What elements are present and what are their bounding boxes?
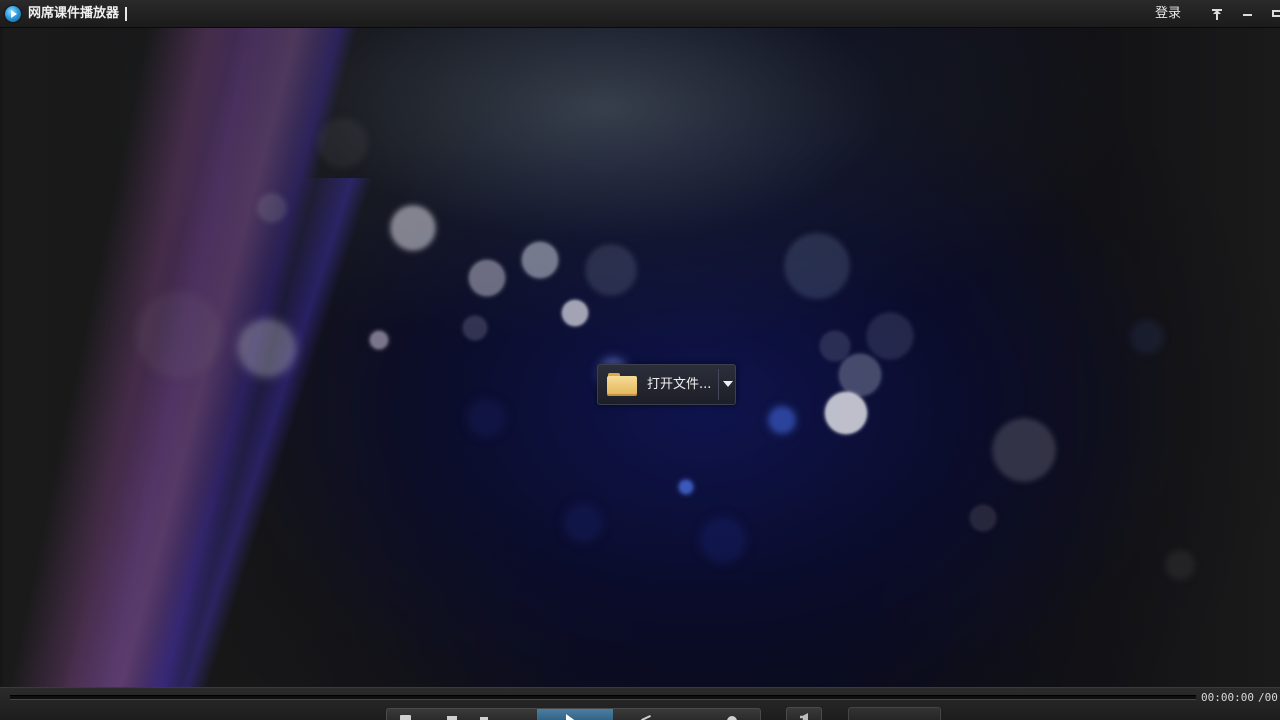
open-file-control: 打开文件... [597,364,736,405]
minimize-icon [1243,14,1252,16]
speaker-icon [800,713,808,720]
stop-icon [447,716,457,720]
open-media-button[interactable] [395,709,415,720]
current-time: 00:00:00 [1201,691,1254,704]
bokeh-light [867,313,913,359]
bokeh-light [769,407,795,433]
next-button[interactable] [637,709,657,720]
open-file-dropdown-button[interactable] [719,365,735,404]
bokeh-light [825,392,867,434]
play-button[interactable] [537,709,613,720]
bokeh-light [522,242,558,278]
bokeh-light [586,245,636,295]
bokeh-light [679,480,693,494]
maximize-button[interactable] [1267,5,1280,23]
bokeh-light [562,300,588,326]
player-window: 网席课件播放器 登录 打开文件... 00:00:00 /00 [0,0,1280,720]
total-time: /00: [1258,691,1280,704]
bokeh-light [820,331,850,361]
open-file-button[interactable]: 打开文件... [598,365,718,404]
app-title: 网席课件播放器 [28,6,120,21]
folder-icon [607,373,637,396]
bokeh-light [1166,551,1194,579]
minimize-button[interactable] [1238,5,1258,23]
title-bar: 网席课件播放器 登录 [0,0,1280,28]
maximize-icon [1272,10,1280,17]
bokeh-light [469,260,505,296]
control-bar: 00:00:00 /00: [0,687,1280,720]
bokeh-light [993,419,1055,481]
play-icon [566,714,577,720]
progress-bar[interactable] [10,695,1196,700]
chevron-down-icon [723,381,733,387]
settings-icon [727,716,737,720]
bokeh-light [463,316,487,340]
bokeh-light [785,234,849,298]
mute-button[interactable] [786,707,822,720]
login-link[interactable]: 登录 [1155,5,1181,23]
folder-small-icon [400,715,411,720]
bokeh-light [1131,321,1163,353]
stop-button[interactable] [443,709,463,720]
video-display-area[interactable]: 打开文件... [3,28,1280,687]
open-file-label: 打开文件... [647,377,712,392]
bokeh-light [970,505,996,531]
volume-slider[interactable] [848,707,941,720]
folder-body [607,376,637,396]
next-icon [641,714,651,720]
text-cursor [125,7,127,21]
bokeh-light [565,505,601,541]
settings-button[interactable] [723,709,743,720]
app-logo-icon [5,6,21,22]
playback-controls [386,708,761,720]
bokeh-light [839,354,881,396]
pin-on-top-button[interactable] [1207,5,1227,23]
bokeh-light [701,518,745,562]
bokeh-light [370,331,388,349]
previous-button[interactable] [475,709,495,720]
bokeh-light [391,206,435,250]
arrow-stem-icon [1216,13,1218,20]
bokeh-light [468,400,504,436]
